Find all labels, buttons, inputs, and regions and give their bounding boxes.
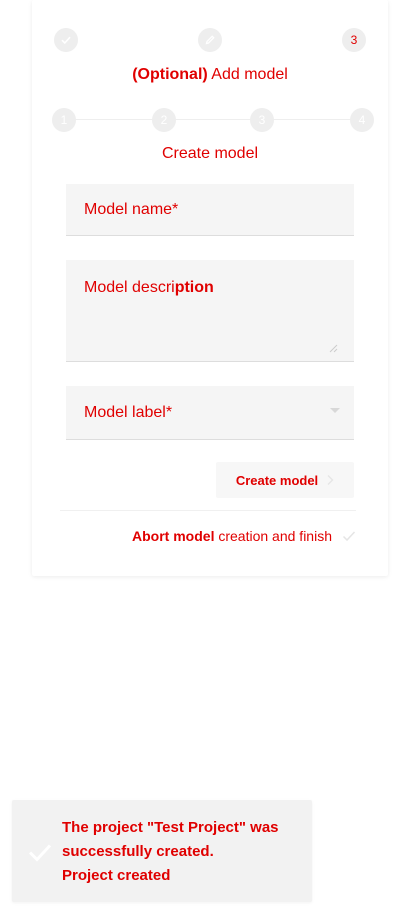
toast-detail: Project created (62, 867, 171, 884)
top-stepper: 3 (54, 28, 366, 54)
model-description-placeholder: Model description (84, 279, 214, 297)
create-model-label: Create model (235, 472, 319, 488)
abort-label: Abort model creation and finish (132, 528, 332, 544)
check-icon (61, 36, 71, 45)
sub-step-2-number: 2 (160, 113, 168, 127)
model-name-field[interactable]: Model name* (66, 184, 354, 236)
step-heading: (Optional) Add model (0, 66, 420, 84)
abort-model-creation-button[interactable]: Abort model creation and finish (60, 524, 356, 548)
model-label-placeholder: Model label* (84, 404, 173, 421)
toast-text: The project "Test Project" was successfu… (62, 816, 298, 888)
model-description-field[interactable]: Model description (66, 260, 354, 362)
section-title: Create model (161, 145, 259, 162)
divider (60, 510, 356, 511)
success-toast: The project "Test Project" was successfu… (12, 800, 312, 902)
toast-message: The project "Test Project" was successfu… (62, 819, 279, 860)
model-description-placeholder-start: Model descri (84, 279, 175, 296)
abort-label-rest: creation and finish (218, 528, 332, 544)
step-3-number: 3 (350, 33, 358, 47)
sub-step-3-number: 3 (258, 113, 266, 127)
sub-step-4[interactable]: 4 (350, 108, 374, 132)
pencil-icon (205, 35, 215, 45)
create-model-button[interactable]: Create model (216, 462, 354, 498)
model-label-select[interactable]: Model label* (66, 386, 354, 440)
sub-step-1-number: 1 (60, 113, 68, 127)
sub-stepper: 1 2 3 4 (52, 106, 374, 134)
resize-handle-icon[interactable] (328, 343, 338, 353)
sub-stepper-line (66, 119, 368, 120)
dropdown-arrow-icon (330, 408, 340, 413)
step-2-edit[interactable] (198, 28, 222, 52)
check-icon (342, 531, 356, 542)
heading-text: Add model (211, 66, 288, 83)
sub-step-1[interactable]: 1 (52, 108, 76, 132)
model-name-placeholder: Model name* (84, 201, 179, 218)
abort-label-bold: Abort model (132, 528, 215, 544)
chevron-right-icon (327, 475, 334, 485)
checkmark-icon (28, 844, 52, 862)
optional-label: (Optional) (132, 66, 208, 83)
sub-step-3[interactable]: 3 (250, 108, 274, 132)
step-1-done[interactable] (54, 28, 78, 52)
model-description-placeholder-end: ption (174, 279, 214, 296)
step-3-current[interactable]: 3 (342, 28, 366, 52)
sub-step-4-number: 4 (358, 113, 366, 127)
sub-step-2[interactable]: 2 (152, 108, 176, 132)
